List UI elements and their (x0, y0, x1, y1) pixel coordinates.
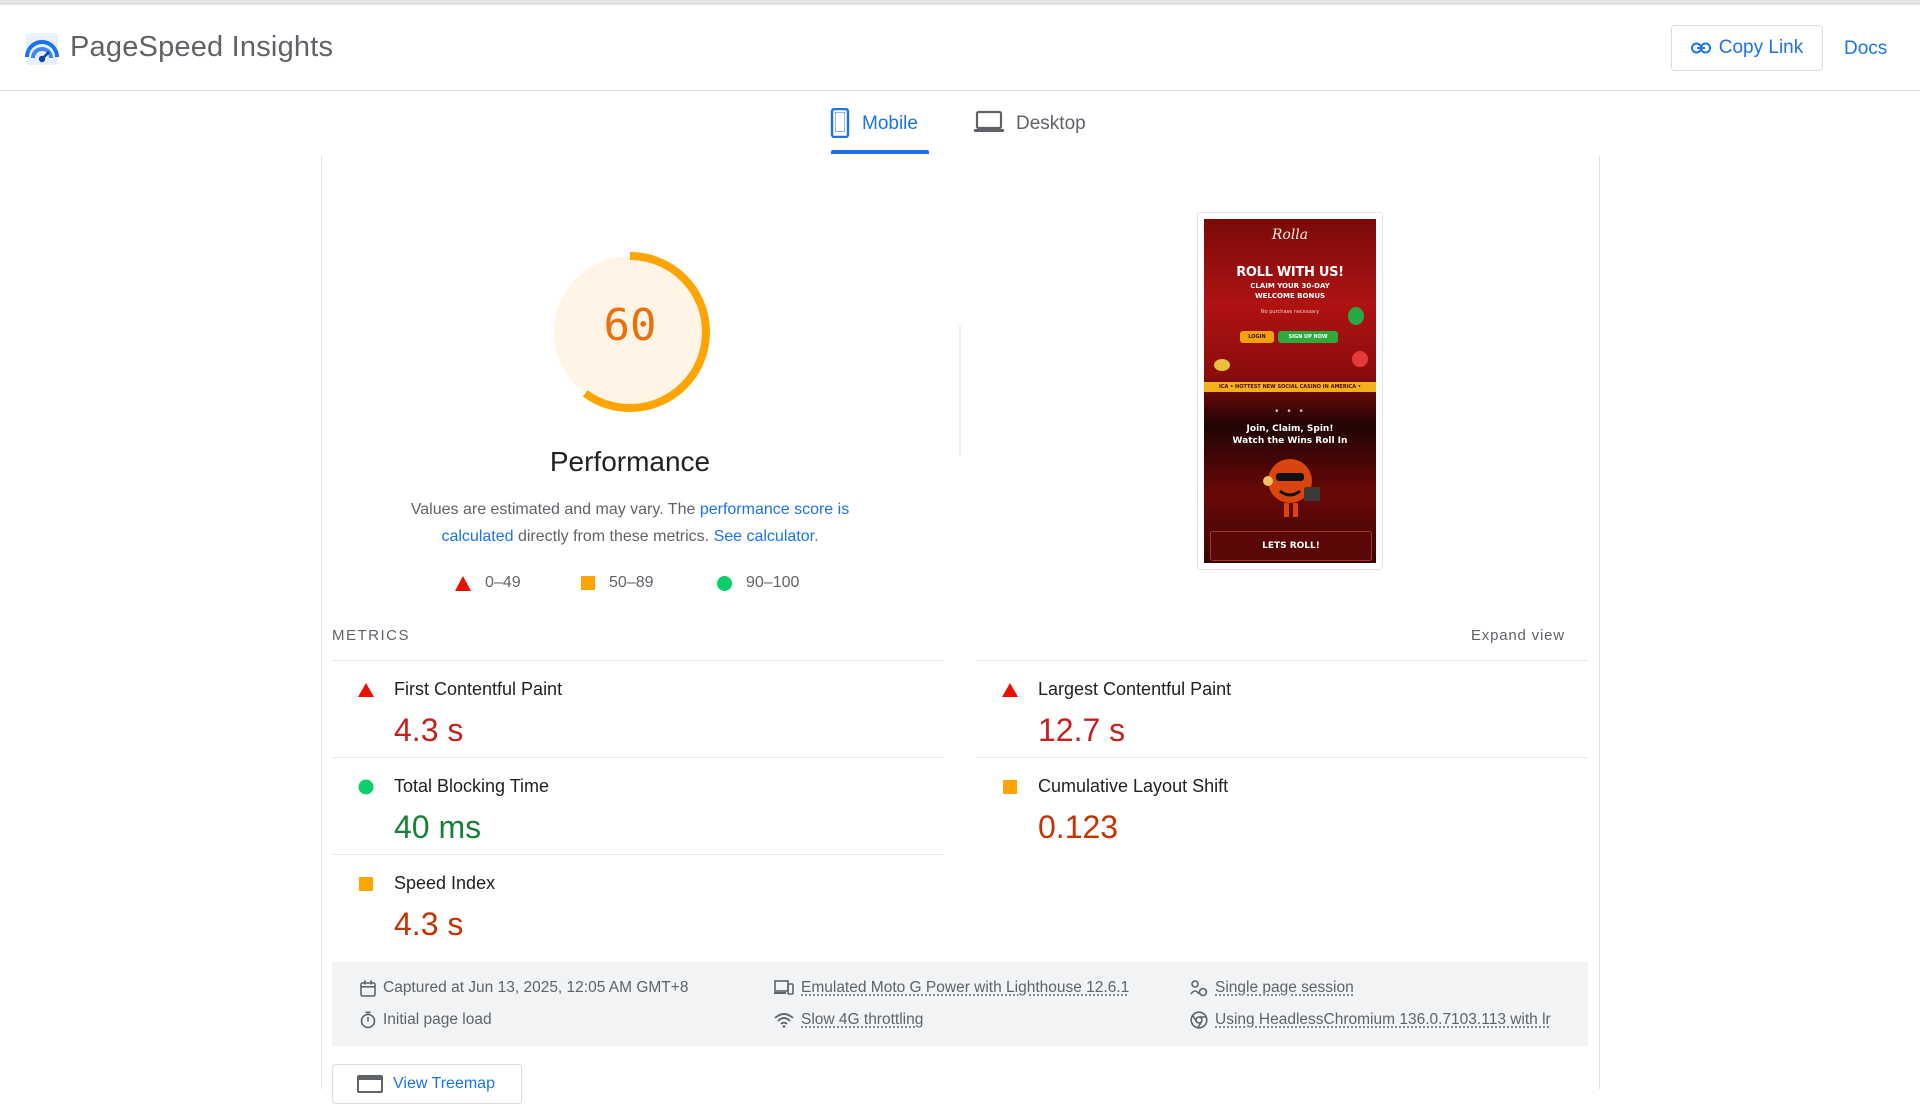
desc-text-3: . (814, 528, 819, 545)
metric-value: 4.3 s (394, 712, 464, 748)
page-session-text: Single page session (1215, 979, 1354, 996)
performance-score: 60 (603, 300, 657, 351)
initial-load: Initial page load (360, 1011, 492, 1029)
legend-good: 90–100 (717, 574, 799, 592)
runtime-settings: Captured at Jun 13, 2025, 12:05 AM GMT+8… (332, 962, 1588, 1046)
tab-mobile[interactable]: Mobile (830, 108, 930, 156)
captured-at-text: Captured at Jun 13, 2025, 12:05 AM GMT+8 (383, 979, 689, 996)
metric-name: First Contentful Paint (394, 679, 563, 699)
see-calculator-link[interactable]: See calculator (714, 528, 815, 545)
phone-icon (830, 108, 850, 138)
metrics-divider (332, 660, 944, 661)
shot-ticker: ICA • HOTTEST NEW SOCIAL CASINO IN AMERI… (1204, 382, 1376, 392)
metric-first-contentful-paint: First Contentful Paint 4.3 s (340, 664, 920, 760)
metric-name: Cumulative Layout Shift (1038, 776, 1229, 796)
metric-total-blocking-time: Total Blocking Time 40 ms (340, 761, 920, 857)
calendar-icon (360, 980, 376, 997)
screenshot-image: Rolla ROLL WITH US! CLAIM YOUR 30-DAY WE… (1204, 219, 1376, 563)
app-header: PageSpeed Insights Copy Link Docs (0, 5, 1920, 91)
browser-version-text: Using HeadlessChromium 136.0.7103.113 wi… (1215, 1011, 1551, 1028)
expand-view-toggle[interactable]: Expand view (1471, 627, 1565, 644)
metrics-divider (976, 660, 1588, 661)
green-gem-icon (1348, 307, 1364, 325)
legend-poor: 0–49 (455, 574, 521, 592)
triangle-icon (1002, 683, 1018, 697)
square-icon (1003, 780, 1017, 794)
tab-desktop[interactable]: Desktop (974, 108, 1104, 156)
link-icon (1690, 42, 1711, 54)
triangle-icon (358, 683, 374, 697)
performance-description: Values are estimated and may vary. The p… (380, 496, 880, 550)
shot-signup-button: SIGN UP NOW (1278, 331, 1338, 343)
legend-average-label: 50–89 (609, 574, 654, 591)
square-icon (581, 576, 595, 590)
shot-subheadline: CLAIM YOUR 30-DAY WELCOME BONUS (1250, 282, 1330, 300)
performance-title: Performance (549, 446, 711, 477)
legend-poor-label: 0–49 (485, 574, 521, 591)
shot-headline: ROLL WITH US! (1236, 265, 1344, 280)
metric-speed-index: Speed Index 4.3 s (340, 858, 920, 954)
wifi-icon (774, 1013, 794, 1028)
page-session[interactable]: Single page session (1190, 979, 1354, 997)
metrics-heading: METRICS (332, 627, 410, 644)
section-divider (959, 326, 961, 456)
gold-coin-icon (1214, 359, 1230, 371)
metric-name: Largest Contentful Paint (1038, 679, 1232, 699)
browser-version[interactable]: Using HeadlessChromium 136.0.7103.113 wi… (1190, 1011, 1551, 1029)
session-icon (1190, 980, 1208, 997)
circle-icon (717, 575, 732, 591)
copy-link-button[interactable]: Copy Link (1671, 25, 1823, 71)
tab-desktop-label: Desktop (1016, 113, 1086, 134)
shot-tagline-2: Watch the Wins Roll In (1232, 436, 1348, 446)
metric-largest-contentful-paint: Largest Contentful Paint 12.7 s (984, 664, 1564, 760)
shot-dots: • • • (1274, 407, 1306, 417)
red-gem-icon (1352, 351, 1368, 367)
metric-name: Total Blocking Time (394, 776, 550, 796)
card-border-left (321, 156, 322, 1089)
initial-load-text: Initial page load (383, 1011, 492, 1028)
active-tab-indicator (831, 150, 929, 154)
triangle-icon (455, 575, 471, 591)
metric-cumulative-layout-shift: Cumulative Layout Shift 0.123 (984, 761, 1564, 857)
view-treemap-label: View Treemap (393, 1075, 495, 1092)
view-treemap-button[interactable]: View Treemap (332, 1064, 522, 1104)
treemap-icon (357, 1075, 383, 1093)
square-icon (359, 877, 373, 891)
docs-link[interactable]: Docs (1844, 38, 1887, 60)
metric-name: Speed Index (394, 873, 496, 893)
page-screenshot[interactable]: Rolla ROLL WITH US! CLAIM YOUR 30-DAY WE… (1197, 212, 1383, 570)
desc-text-2: directly from these metrics. (513, 528, 714, 545)
network-throttling[interactable]: Slow 4G throttling (774, 1011, 923, 1029)
card-border-right (1599, 156, 1600, 1089)
shot-login-button: LOGIN (1240, 331, 1274, 343)
shot-logo: Rolla (1271, 227, 1309, 243)
legend-average: 50–89 (581, 574, 654, 592)
copy-link-label: Copy Link (1718, 37, 1804, 58)
legend-good-label: 90–100 (746, 574, 800, 591)
tab-mobile-label: Mobile (862, 113, 918, 134)
chrome-icon (1190, 1011, 1208, 1029)
shot-cta-button: LETS ROLL! (1210, 531, 1372, 561)
pagespeed-logo-icon[interactable] (24, 31, 60, 67)
metric-value: 4.3 s (394, 906, 464, 942)
metric-value: 12.7 s (1038, 712, 1126, 748)
devices-icon (774, 980, 794, 995)
network-throttling-text: Slow 4G throttling (801, 1011, 924, 1028)
mascot-icon (1263, 459, 1320, 517)
metric-value: 40 ms (394, 809, 482, 845)
shot-tagline: Join, Claim, Spin! Watch the Wins Roll I… (1204, 423, 1376, 447)
emulated-device-text: Emulated Moto G Power with Lighthouse 12… (801, 979, 1130, 996)
emulated-device[interactable]: Emulated Moto G Power with Lighthouse 12… (774, 979, 1129, 997)
app-title[interactable]: PageSpeed Insights (70, 31, 333, 64)
shot-tagline-1: Join, Claim, Spin! (1246, 424, 1334, 434)
desc-text-1: Values are estimated and may vary. The (410, 501, 700, 518)
laptop-icon (974, 110, 1004, 132)
circle-icon (358, 779, 374, 795)
captured-at: Captured at Jun 13, 2025, 12:05 AM GMT+8 (360, 979, 688, 997)
timer-icon (360, 1011, 376, 1029)
metric-value: 0.123 (1038, 809, 1119, 845)
